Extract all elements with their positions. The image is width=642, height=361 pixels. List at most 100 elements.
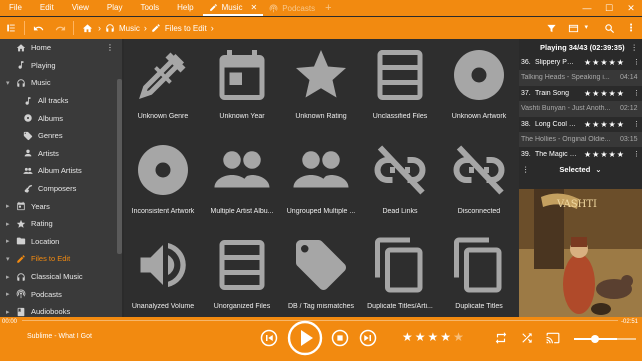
rating-star-icon[interactable]: ★ [453,330,466,344]
home-button[interactable] [76,17,98,39]
more-vert-icon[interactable]: ⋮ [106,43,114,52]
volume-slider[interactable] [574,335,636,343]
next-button[interactable] [359,329,377,347]
grid-tile[interactable]: Inconsistent Artwork [124,136,202,231]
chevron-down-icon[interactable]: ▾ [584,17,588,39]
grid-tile[interactable]: Duplicate Titles [440,231,518,317]
sidebar-item-files-to-edit[interactable]: ▾ Files to Edit [0,250,122,268]
menu-play[interactable]: Play [98,0,132,16]
sidebar-item-podcasts[interactable]: ▸ Podcasts [0,285,122,303]
playlist-track[interactable]: 39. The Magic Of... ★★★★★ ⋮ [519,147,642,162]
track-rating[interactable]: ★★★★★ [584,58,625,67]
track-rating[interactable]: ★★★★★ [584,89,625,98]
view-mode-button[interactable] [562,17,584,39]
tab-music[interactable]: Music ✕ [202,0,264,16]
chevron-right-icon[interactable]: ▸ [6,273,10,281]
sidebar-item-genres[interactable]: Genres [0,127,122,145]
sidebar-item-classical-music[interactable]: ▸ Classical Music [0,268,122,286]
shuffle-button[interactable] [519,330,535,346]
sidebar-item-audiobooks[interactable]: ▸ Audiobooks [0,303,122,317]
close-icon[interactable]: ✕ [250,3,257,12]
maximize-button[interactable]: ☐ [598,0,620,16]
search-button[interactable] [598,17,620,39]
chevron-down-icon[interactable]: ▾ [6,79,10,87]
rating-star-icon[interactable]: ★ [402,330,415,344]
play-button[interactable] [287,320,323,356]
more-vert-icon[interactable]: ⋮ [633,120,640,128]
redo-button[interactable] [49,17,71,39]
more-vert-icon[interactable]: ⋮ [631,43,639,52]
more-vert-icon[interactable]: ⋮ [633,89,640,97]
grid-tile[interactable]: Unknown Rating [282,41,360,136]
sidebar-item-composers[interactable]: Composers [0,180,122,198]
menu-help[interactable]: Help [168,0,202,16]
more-vert-icon[interactable]: ⋮ [633,58,640,66]
more-options-button[interactable]: ⋮ [620,17,642,39]
sidebar-item-albums[interactable]: Albums [0,109,122,127]
sidebar-scrollbar[interactable] [117,79,122,254]
sidebar-item-location[interactable]: ▸ Location [0,233,122,251]
grid-tile[interactable]: Unknown Genre [124,41,202,136]
grid-tile[interactable]: Unknown Artwork [440,41,518,136]
rating-star-icon[interactable]: ★ [428,330,441,344]
sidebar-item-all-tracks[interactable]: All tracks [0,92,122,110]
track-rating[interactable]: ★★★★★ [584,150,625,159]
sidebar-item-home[interactable]: Home ⋮ [0,39,122,57]
track-rating[interactable]: ★★★★★ [402,330,466,344]
playlist-track[interactable]: 37. Train Song ★★★★★ ⋮ [519,86,642,101]
grid-tile[interactable]: DB / Tag mismatches [282,231,360,317]
grid-tile[interactable]: Disconnected [440,136,518,231]
playlist-track-detail[interactable]: The Hollies - Original Oldie... 03:15 [519,131,642,148]
tab-podcasts[interactable]: Podcasts [263,0,321,16]
stop-button[interactable] [331,329,349,347]
repeat-button[interactable] [493,330,509,346]
grid-tile[interactable]: Dead Links [361,136,439,231]
grid-tile[interactable]: Unclassified Files [361,41,439,136]
playlist-track[interactable]: 38. Long Cool W... ★★★★★ ⋮ [519,117,642,132]
playlist-track-detail[interactable]: Talking Heads - Speaking i... 04:14 [519,70,642,86]
rating-star-icon[interactable]: ★ [415,330,428,344]
sidebar-item-years[interactable]: ▸ Years [0,197,122,215]
playlist-track[interactable]: 36. Slippery Peo... ★★★★★ ⋮ [519,55,642,70]
sidebar-toggle-button[interactable] [0,17,22,39]
grid-tile[interactable]: Multiple Artist Albu... [203,136,281,231]
chevron-right-icon[interactable]: ▸ [6,308,10,316]
playlist-track-detail[interactable]: Vashti Bunyan - Just Anoth... 02:12 [519,101,642,117]
more-vert-icon[interactable]: ⋮ [633,150,640,158]
sidebar-item-label: Location [31,236,60,246]
chevron-right-icon[interactable]: ▸ [6,202,10,210]
chevron-right-icon[interactable]: ▸ [6,290,10,298]
minimize-button[interactable]: — [576,0,598,16]
breadcrumb-files-to-edit[interactable]: Files to Edit [147,23,211,33]
chevron-right-icon[interactable]: ▸ [6,237,10,245]
sidebar-item-music[interactable]: ▾ Music [0,74,122,92]
sidebar-item-album-artists[interactable]: Album Artists [0,162,122,180]
rating-star-icon[interactable]: ★ [440,330,453,344]
volume-knob[interactable] [591,335,599,343]
new-tab-button[interactable]: + [321,2,335,14]
undo-button[interactable] [27,17,49,39]
filter-button[interactable] [540,17,562,39]
chevron-down-icon[interactable]: ▾ [6,255,10,263]
grid-tile[interactable]: Unorganized Files [203,231,281,317]
chevron-right-icon[interactable]: ▸ [6,220,10,228]
sidebar-item-playing[interactable]: Playing [0,57,122,75]
previous-button[interactable] [260,329,278,347]
menu-file[interactable]: File [0,0,31,16]
more-vert-icon[interactable]: ⋮ [522,165,530,174]
sidebar-item-label: Albums [38,113,64,123]
grid-tile[interactable]: Unknown Year [203,41,281,136]
grid-tile[interactable]: Duplicate Titles/Arti... [361,231,439,317]
menu-edit[interactable]: Edit [31,0,63,16]
menu-view[interactable]: View [63,0,98,16]
breadcrumb-music[interactable]: Music [101,23,144,33]
track-rating[interactable]: ★★★★★ [584,120,625,129]
close-window-button[interactable]: ✕ [620,0,642,16]
menu-tools[interactable]: Tools [131,0,168,16]
cast-button[interactable] [545,330,561,346]
sidebar-item-rating[interactable]: ▸ Rating [0,215,122,233]
selected-header[interactable]: ⋮ Selected ⌄ [519,163,642,177]
sidebar-item-artists[interactable]: Artists [0,145,122,163]
grid-tile[interactable]: Ungrouped Multiple ... [282,136,360,231]
grid-tile[interactable]: Unanalyzed Volume [124,231,202,317]
